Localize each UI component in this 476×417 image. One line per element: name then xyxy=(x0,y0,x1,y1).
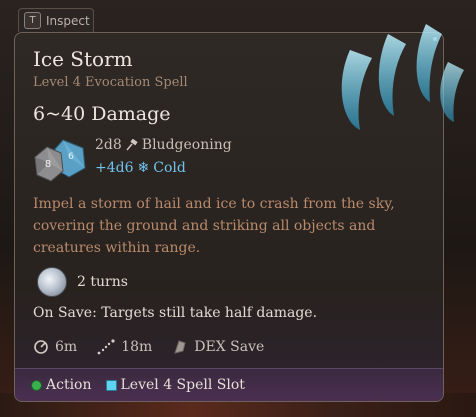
spell-slot-icon xyxy=(105,379,117,391)
save-stat: DEX Save xyxy=(172,339,264,355)
spell-stats: 6m 18m DEX Save xyxy=(33,339,284,355)
dice-icon: 6 8 xyxy=(34,139,86,182)
snowflake-icon: ❄ xyxy=(137,160,150,176)
inspect-label: Inspect xyxy=(46,13,90,28)
save-value: DEX Save xyxy=(194,339,265,355)
spell-description: Impel a storm of hail and ice to crash f… xyxy=(33,196,395,256)
inspect-tab[interactable]: T Inspect xyxy=(18,8,94,32)
action-cost-label: Action xyxy=(46,377,92,393)
inspect-key-hint: T xyxy=(24,12,41,29)
hammer-icon xyxy=(126,139,138,151)
cold-type: Cold xyxy=(153,160,186,176)
ice-storm-spell-icon xyxy=(341,24,464,130)
range-value: 6m xyxy=(55,339,78,355)
cost-footer: Action Level 4 Spell Slot xyxy=(15,368,443,401)
duration-text: 2 turns xyxy=(77,274,128,290)
on-save-text: On Save: Targets still take half damage. xyxy=(33,305,318,321)
area-radius-icon xyxy=(97,339,115,355)
dex-save-icon xyxy=(174,340,186,354)
area-stat: 18m xyxy=(97,339,152,355)
bludgeoning-type: Bludgeoning xyxy=(141,137,232,153)
damage-range: 6~40 Damage xyxy=(33,103,171,125)
spell-title: Ice Storm xyxy=(33,47,133,71)
spell-subtitle: Level 4 Evocation Spell xyxy=(33,75,188,90)
d8-face: 8 xyxy=(45,159,51,170)
range-stat: 6m xyxy=(33,339,77,355)
damage-line-cold: +4d6 ❄ Cold xyxy=(95,160,186,176)
action-dot-icon xyxy=(31,379,42,391)
spell-slot-label: Level 4 Spell Slot xyxy=(120,377,245,393)
range-icon xyxy=(34,340,48,354)
spell-slot-cost: Level 4 Spell Slot xyxy=(105,377,245,393)
d6-face: 6 xyxy=(68,152,74,162)
cold-dice: +4d6 xyxy=(95,160,134,176)
duration-orb-icon xyxy=(37,267,67,297)
action-cost: Action xyxy=(31,377,92,393)
damage-line-bludgeoning: 2d8 Bludgeoning xyxy=(95,137,232,153)
area-value: 18m xyxy=(121,339,153,355)
bludgeoning-dice: 2d8 xyxy=(95,137,122,153)
duration-row: 2 turns xyxy=(37,267,128,297)
